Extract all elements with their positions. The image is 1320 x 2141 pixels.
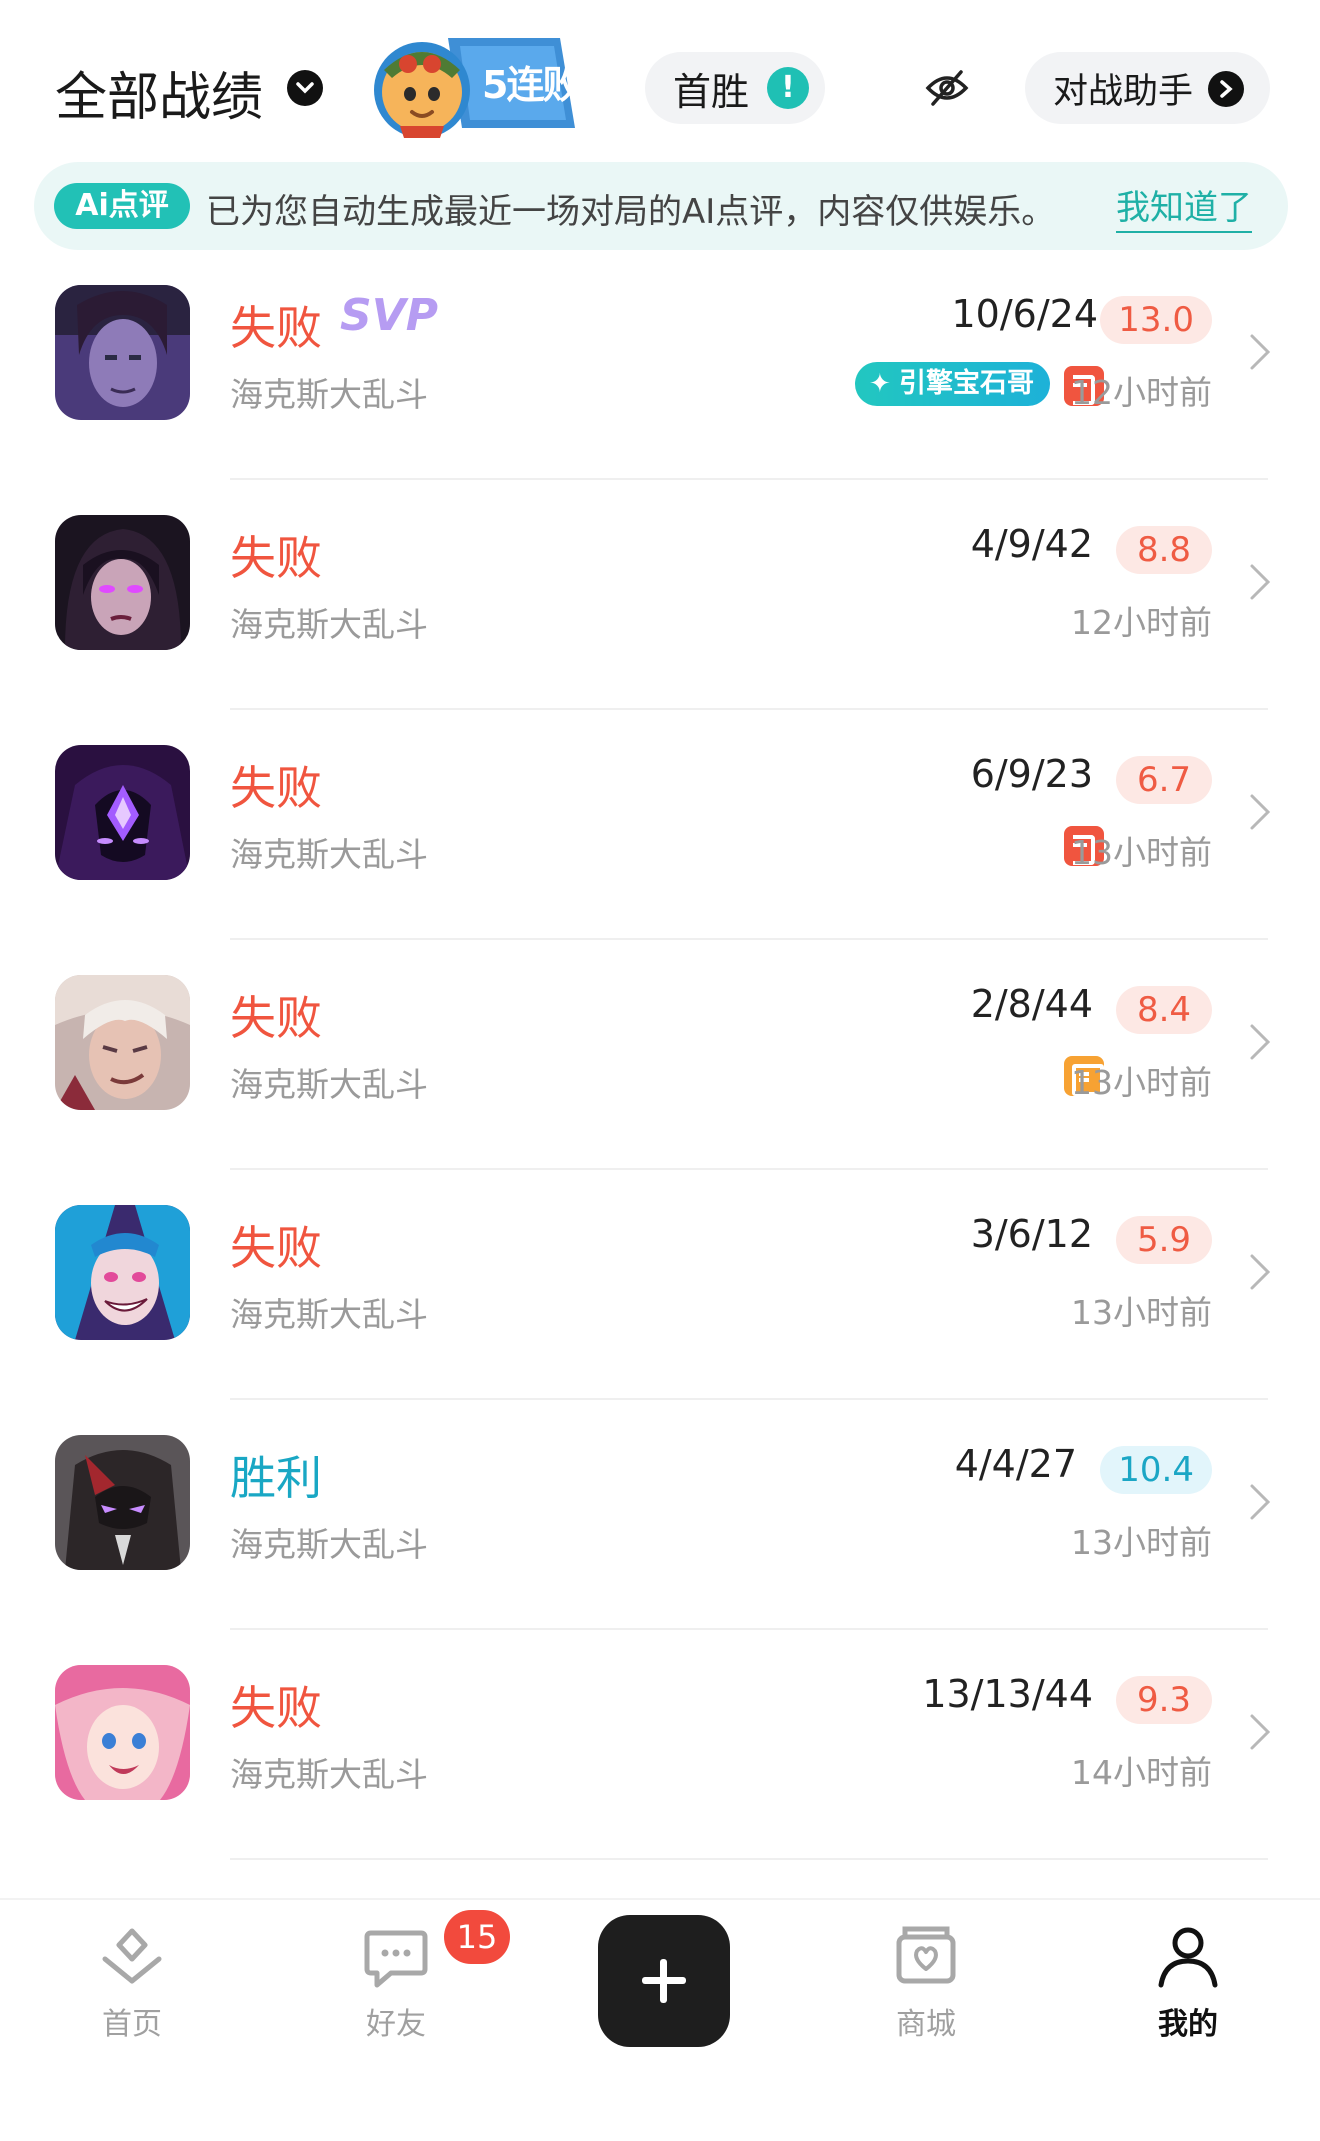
nav-me[interactable]: 我的 <box>1118 1925 1258 2045</box>
match-score: 13.0 <box>1100 296 1212 344</box>
chevron-right-icon <box>1250 564 1271 600</box>
champion-avatar <box>55 1435 190 1570</box>
kda: 13/13/44 <box>922 1672 1093 1716</box>
battle-assistant-button[interactable]: 对战助手 <box>1025 52 1270 124</box>
match-time: 13小时前 <box>1071 1293 1212 1332</box>
match-score: 8.8 <box>1116 526 1212 574</box>
game-mode: 海克斯大乱斗 <box>230 1295 428 1334</box>
shop-icon <box>896 1926 956 1984</box>
match-time: 13小时前 <box>1071 1523 1212 1562</box>
chevron-right-icon <box>1250 794 1271 830</box>
game-mode: 海克斯大乱斗 <box>230 1755 428 1794</box>
match-score: 9.3 <box>1116 1676 1212 1724</box>
match-score: 6.7 <box>1116 756 1212 804</box>
nav-shop[interactable]: 商城 <box>856 1925 996 2045</box>
nav-home-label: 首页 <box>102 2007 162 2042</box>
achievement-tag: ✦ 引擎宝石哥 <box>855 362 1050 406</box>
sparkle-icon: ✦ <box>869 369 891 399</box>
chevron-down-icon[interactable] <box>287 70 323 106</box>
match-result: 失败 <box>230 531 322 585</box>
kda: 4/4/27 <box>954 1442 1077 1486</box>
game-mode: 海克斯大乱斗 <box>230 835 428 874</box>
match-row[interactable]: 失败 海克斯大乱斗 3/6/12 5.9 13小时前 <box>0 1170 1320 1400</box>
match-result: 失败 <box>230 761 322 815</box>
chat-icon <box>364 1930 428 1988</box>
game-mode: 海克斯大乱斗 <box>230 605 428 644</box>
home-icon <box>102 1928 162 1984</box>
divider <box>230 1858 1268 1860</box>
match-row[interactable]: 失败 海克斯大乱斗 13/13/44 9.3 14小时前 <box>0 1630 1320 1860</box>
bottom-nav-divider <box>0 1898 1320 1900</box>
match-result: 失败 <box>230 991 322 1045</box>
champion-avatar <box>55 285 190 420</box>
kda: 6/9/23 <box>970 752 1093 796</box>
game-mode: 海克斯大乱斗 <box>230 1065 428 1104</box>
champion-avatar <box>55 745 190 880</box>
match-time: 13小时前 <box>1071 833 1212 872</box>
battle-assistant-label: 对战助手 <box>1053 71 1194 112</box>
chevron-right-icon <box>1250 1714 1271 1750</box>
match-result: 失败 <box>230 301 322 355</box>
nav-shop-label: 商城 <box>896 2007 956 2042</box>
first-win-button[interactable]: 首胜 ! <box>645 52 825 124</box>
svp-badge: SVP <box>340 290 438 341</box>
chevron-right-icon <box>1250 1254 1271 1290</box>
kda: 10/6/24 <box>951 292 1099 336</box>
page-title[interactable]: 全部战绩 <box>55 55 263 130</box>
match-row[interactable]: 失败 海克斯大乱斗 6/9/23 6.7 13小时前 <box>0 710 1320 940</box>
eye-off-icon[interactable] <box>925 68 969 108</box>
match-score: 5.9 <box>1116 1216 1212 1264</box>
first-win-label: 首胜 <box>673 69 750 114</box>
champion-avatar <box>55 1665 190 1800</box>
match-time: 12小时前 <box>1071 603 1212 642</box>
unread-badge: 15 <box>444 1910 510 1964</box>
champion-avatar <box>55 1205 190 1340</box>
header: 全部战绩 5连败 首胜 ! 对战助手 <box>0 0 1320 160</box>
champion-avatar <box>55 975 190 1110</box>
alert-icon: ! <box>767 67 809 109</box>
streak-text: 5连败 <box>482 63 580 107</box>
chevron-right-icon <box>1250 1024 1271 1060</box>
nav-me-label: 我的 <box>1158 2007 1218 2042</box>
nav-friends-label: 好友 <box>366 2007 426 2042</box>
match-result: 失败 <box>230 1681 322 1735</box>
match-row[interactable]: 失败 海克斯大乱斗 4/9/42 8.8 12小时前 <box>0 480 1320 710</box>
kda: 2/8/44 <box>970 982 1093 1026</box>
champion-avatar <box>55 515 190 650</box>
match-row[interactable]: 失败 海克斯大乱斗 2/8/44 8.4 13小时前 <box>0 940 1320 1170</box>
game-mode: 海克斯大乱斗 <box>230 375 428 414</box>
achievement-label: 引擎宝石哥 <box>899 368 1034 399</box>
match-score: 8.4 <box>1116 986 1212 1034</box>
match-row[interactable]: 胜利 海克斯大乱斗 4/4/27 10.4 13小时前 <box>0 1400 1320 1630</box>
nav-home[interactable]: 首页 <box>62 1925 202 2045</box>
ai-review-badge: Ai点评 <box>54 183 190 229</box>
game-mode: 海克斯大乱斗 <box>230 1525 428 1564</box>
add-button[interactable] <box>598 1915 730 2047</box>
match-time: 12小时前 <box>1071 373 1212 412</box>
streak-badge[interactable]: 5连败 <box>370 30 580 140</box>
chevron-right-icon <box>1250 1484 1271 1520</box>
dismiss-link[interactable]: 我知道了 <box>1116 180 1252 233</box>
match-result: 胜利 <box>230 1451 322 1505</box>
match-time: 14小时前 <box>1071 1753 1212 1792</box>
chevron-right-icon <box>1208 71 1244 107</box>
user-icon <box>1158 1927 1218 1988</box>
ai-review-banner: Ai点评 已为您自动生成最近一场对局的AI点评，内容仅供娱乐。 我知道了 <box>34 162 1288 250</box>
kda: 3/6/12 <box>970 1212 1093 1256</box>
match-time: 13小时前 <box>1071 1063 1212 1102</box>
chevron-right-icon <box>1250 334 1271 370</box>
kda: 4/9/42 <box>970 522 1093 566</box>
match-row[interactable]: 失败 SVP 海克斯大乱斗 10/6/24 13.0 ✦ 引擎宝石哥 12小时前 <box>0 250 1320 480</box>
match-score: 10.4 <box>1100 1446 1212 1494</box>
ai-review-text: 已为您自动生成最近一场对局的AI点评，内容仅供娱乐。 <box>206 192 1056 232</box>
match-result: 失败 <box>230 1221 322 1275</box>
